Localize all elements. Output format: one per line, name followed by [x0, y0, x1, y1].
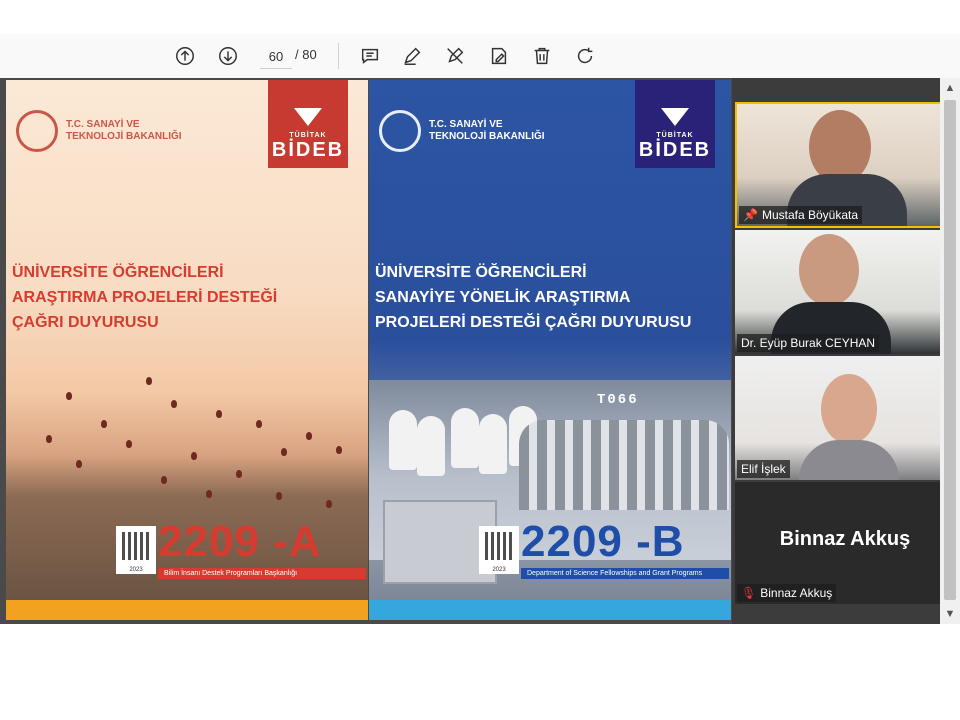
mic-muted-icon: 🎙 [741, 586, 757, 600]
comment-icon [361, 48, 379, 64]
qr-code: 2023 [116, 526, 156, 574]
previous-page-button[interactable] [171, 42, 199, 70]
page-number-input[interactable] [260, 44, 292, 69]
train-plate: T066 [597, 392, 639, 408]
tubitak-bideb-logo: TÜBİTAK BİDEB [635, 80, 715, 168]
ministry-name: T.C. SANAYİ VE TEKNOLOJİ BAKANLIĞI [66, 119, 182, 142]
ministry-header: T.C. SANAYİ VE TEKNOLOJİ BAKANLIĞI [379, 110, 545, 152]
slide-b-footer-strip [369, 600, 731, 620]
headline-line: ÜNİVERSİTE ÖĞRENCİLERİ [12, 264, 224, 281]
comment-button[interactable] [356, 42, 384, 70]
logo-main-text: BİDEB [271, 139, 345, 161]
participant-placeholder-name: Binnaz Akkuş [779, 528, 911, 550]
pin-icon: 📌 [743, 208, 758, 222]
logo-top-text: TÜBİTAK [289, 132, 327, 139]
participant-nametag: 📌 Mustafa Böyükata [739, 206, 863, 224]
pdf-toolbar: / 80 [0, 34, 960, 79]
rotate-button[interactable] [571, 42, 599, 70]
headline-line: ÇAĞRI DUYURUSU [12, 314, 159, 331]
participant-name: Dr. Eyüp Burak CEYHAN [741, 336, 876, 350]
scroll-down-icon[interactable]: ▼ [940, 604, 960, 624]
ministry-seal-icon [16, 110, 58, 152]
eraser-icon [447, 47, 464, 64]
tubitak-mark-icon [294, 108, 322, 126]
train-grille-image [519, 420, 729, 510]
headline-line: ARAŞTIRMA PROJELERİ DESTEĞİ [12, 289, 278, 306]
slide-a-footer-strip [6, 600, 368, 620]
participant-tile[interactable]: Dr. Eyüp Burak CEYHAN [735, 230, 955, 354]
program-subtitle: Department of Science Fellowships and Gr… [521, 568, 729, 579]
participant-nametag: Dr. Eyüp Burak CEYHAN [737, 334, 880, 352]
slide-headline: ÜNİVERSİTE ÖĞRENCİLERİ SANAYİYE YÖNELİK … [375, 260, 691, 335]
participant-tile-video-off[interactable]: Binnaz Akkuş 🎙 Binnaz Akkuş [735, 482, 955, 604]
document-viewer: T.C. SANAYİ VE TEKNOLOJİ BAKANLIĞI TÜBİT… [0, 78, 960, 624]
participant-tile[interactable]: Elif İşlek [735, 356, 955, 480]
slide-headline: ÜNİVERSİTE ÖĞRENCİLERİ ARAŞTIRMA PROJELE… [12, 260, 277, 335]
participant-body [799, 440, 899, 480]
ministry-name: T.C. SANAYİ VE TEKNOLOJİ BAKANLIĞI [429, 119, 545, 142]
page-total: / 80 [295, 47, 317, 62]
tubitak-mark-icon [661, 108, 689, 126]
arrow-down-circle-icon [219, 47, 237, 65]
delete-button[interactable] [528, 42, 556, 70]
logo-top-text: TÜBİTAK [656, 132, 694, 139]
erase-button[interactable] [441, 42, 469, 70]
participant-video [809, 110, 871, 184]
participant-name: Elif İşlek [741, 462, 786, 476]
pen-icon [404, 47, 421, 65]
arrow-up-circle-icon [176, 47, 194, 65]
participant-nametag: Elif İşlek [737, 460, 790, 478]
rotate-clockwise-icon [577, 47, 593, 64]
participant-gallery: 📌 Mustafa Böyükata Dr. Eyüp Burak CEYHAN… [732, 78, 955, 624]
vertical-scrollbar[interactable]: ▲ ▼ [940, 78, 960, 624]
scroll-up-icon[interactable]: ▲ [940, 78, 960, 98]
tubitak-bideb-logo: TÜBİTAK BİDEB [268, 80, 348, 168]
sign-button[interactable] [485, 42, 513, 70]
headline-line: PROJELERİ DESTEĞİ ÇAĞRI DUYURUSU [375, 314, 692, 331]
scrollbar-thumb[interactable] [944, 100, 956, 600]
slide-2209b: T.C. SANAYİ VE TEKNOLOJİ BAKANLIĞI TÜBİT… [369, 80, 731, 600]
headline-line: ÜNİVERSİTE ÖĞRENCİLERİ [375, 264, 587, 281]
toolbar-divider [338, 43, 339, 69]
program-subtitle: Bilim İnsanı Destek Programları Başkanlı… [158, 568, 366, 579]
participant-name: Mustafa Böyükata [761, 208, 859, 222]
program-code: 2209 -B [521, 517, 685, 566]
participant-video [821, 374, 877, 444]
draw-button[interactable] [398, 42, 426, 70]
qr-code: 2023 [479, 526, 519, 574]
participant-tile-active-speaker[interactable]: 📌 Mustafa Böyükata [735, 102, 955, 228]
ministry-seal-icon [379, 110, 421, 152]
participant-video [799, 234, 859, 306]
ministry-header: T.C. SANAYİ VE TEKNOLOJİ BAKANLIĞI [16, 110, 182, 152]
next-page-button[interactable] [214, 42, 242, 70]
participant-name: Binnaz Akkuş [760, 586, 833, 600]
logo-main-text: BİDEB [638, 139, 712, 161]
participant-nametag: 🎙 Binnaz Akkuş [737, 584, 837, 602]
qr-year: 2023 [492, 567, 506, 573]
edit-document-icon [491, 47, 507, 65]
slide-2209a: T.C. SANAYİ VE TEKNOLOJİ BAKANLIĞI TÜBİT… [6, 80, 368, 600]
trash-icon [534, 47, 550, 65]
program-code: 2209 -A [158, 517, 322, 566]
headline-line: SANAYİYE YÖNELİK ARAŞTIRMA [375, 289, 631, 306]
qr-year: 2023 [129, 567, 143, 573]
